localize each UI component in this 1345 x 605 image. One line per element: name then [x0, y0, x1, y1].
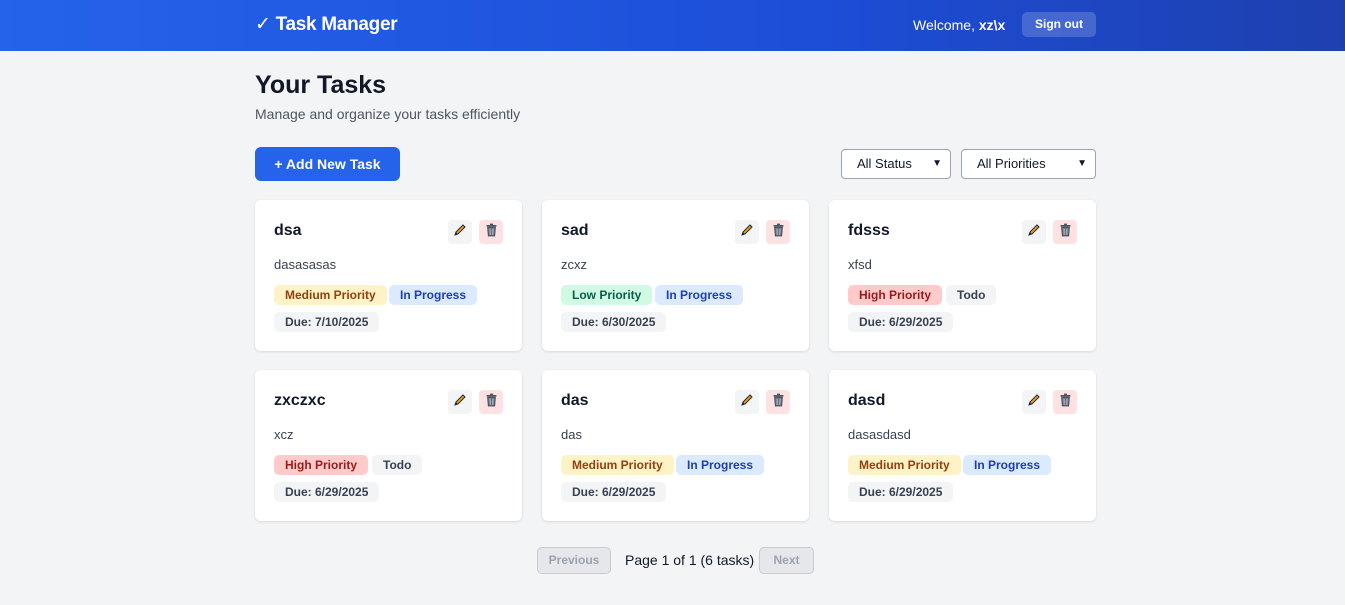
task-title: dsa — [274, 222, 302, 239]
due-date-badge: Due: 6/29/2025 — [561, 482, 667, 502]
status-badge: In Progress — [963, 455, 1052, 475]
task-description: dasasdasd — [848, 427, 911, 442]
pencil-icon — [740, 393, 754, 412]
task-title: das — [561, 392, 589, 409]
edit-task-button[interactable] — [1022, 390, 1046, 414]
task-card: dasd dasasdasd Medium Priority In Progress D… — [829, 370, 1096, 521]
priority-badge: Medium Priority — [848, 455, 961, 475]
next-page-button[interactable]: Next — [759, 547, 814, 574]
edit-task-button[interactable] — [1022, 220, 1046, 244]
delete-task-button[interactable] — [766, 390, 790, 414]
task-card: dsa dasasasas Medium Priority In Progress Du… — [255, 200, 522, 351]
task-title: fdsss — [848, 222, 890, 239]
status-badge: Todo — [946, 285, 997, 305]
chevron-down-icon: ▼ — [932, 158, 942, 169]
pencil-icon — [453, 223, 467, 242]
page-title: Your Tasks — [255, 71, 387, 99]
task-title: dasd — [848, 392, 886, 409]
trash-icon — [1059, 393, 1072, 412]
delete-task-button[interactable] — [1053, 390, 1077, 414]
task-description: xfsd — [848, 257, 872, 272]
due-date-badge: Due: 7/10/2025 — [274, 312, 380, 332]
delete-task-button[interactable] — [479, 390, 503, 414]
priority-badge: Low Priority — [561, 285, 653, 305]
task-description: xcz — [274, 427, 294, 442]
status-badge: In Progress — [389, 285, 478, 305]
due-date-badge: Due: 6/30/2025 — [561, 312, 667, 332]
due-date-badge: Due: 6/29/2025 — [848, 312, 954, 332]
app-logo: ✓ Task Manager — [255, 14, 398, 35]
pencil-icon — [453, 393, 467, 412]
due-date-badge: Due: 6/29/2025 — [274, 482, 380, 502]
pencil-icon — [1027, 393, 1041, 412]
priority-filter-value: All Priorities — [977, 156, 1046, 171]
chevron-down-icon: ▼ — [1077, 158, 1087, 169]
priority-badge: High Priority — [274, 455, 369, 475]
task-card: fdsss xfsd High Priority Todo Due: 6/29/2025 — [829, 200, 1096, 351]
task-description: zcxz — [561, 257, 587, 272]
welcome-prefix: Welcome, — [913, 17, 979, 33]
trash-icon — [772, 223, 785, 242]
edit-task-button[interactable] — [448, 390, 472, 414]
task-title: zxczxc — [274, 392, 326, 409]
status-badge: Todo — [372, 455, 423, 475]
task-card: das das Medium Priority In Progress Due: 6/2… — [542, 370, 809, 521]
edit-task-button[interactable] — [735, 220, 759, 244]
priority-badge: Medium Priority — [561, 455, 674, 475]
pencil-icon — [740, 223, 754, 242]
welcome-message: Welcome, xz\x — [913, 17, 1005, 33]
previous-page-button[interactable]: Previous — [537, 547, 611, 574]
trash-icon — [485, 393, 498, 412]
priority-badge: Medium Priority — [274, 285, 387, 305]
page-indicator: Page 1 of 1 (6 tasks) — [625, 552, 755, 568]
delete-task-button[interactable] — [479, 220, 503, 244]
edit-task-button[interactable] — [448, 220, 472, 244]
trash-icon — [772, 393, 785, 412]
status-filter-select[interactable]: All Status ▼ — [841, 149, 951, 179]
add-new-task-button[interactable]: + Add New Task — [255, 147, 400, 181]
task-title: sad — [561, 222, 589, 239]
top-navbar: ✓ Task Manager Welcome, xz\x Sign out — [0, 0, 1345, 51]
username: xz\x — [978, 17, 1006, 33]
delete-task-button[interactable] — [1053, 220, 1077, 244]
task-description: dasasasas — [274, 257, 337, 272]
status-filter-value: All Status — [857, 156, 912, 171]
page-subtitle: Manage and organize your tasks efficient… — [255, 106, 521, 122]
trash-icon — [1059, 223, 1072, 242]
edit-task-button[interactable] — [735, 390, 759, 414]
task-description: das — [561, 427, 582, 442]
priority-badge: High Priority — [848, 285, 943, 305]
status-badge: In Progress — [676, 455, 765, 475]
sign-out-button[interactable]: Sign out — [1022, 12, 1096, 37]
task-card: sad zcxz Low Priority In Progress Due: 6/30/… — [542, 200, 809, 351]
delete-task-button[interactable] — [766, 220, 790, 244]
pencil-icon — [1027, 223, 1041, 242]
task-card: zxczxc xcz High Priority Todo Due: 6/29/2025 — [255, 370, 522, 521]
status-badge: In Progress — [655, 285, 744, 305]
due-date-badge: Due: 6/29/2025 — [848, 482, 954, 502]
trash-icon — [485, 223, 498, 242]
priority-filter-select[interactable]: All Priorities ▼ — [961, 149, 1096, 179]
